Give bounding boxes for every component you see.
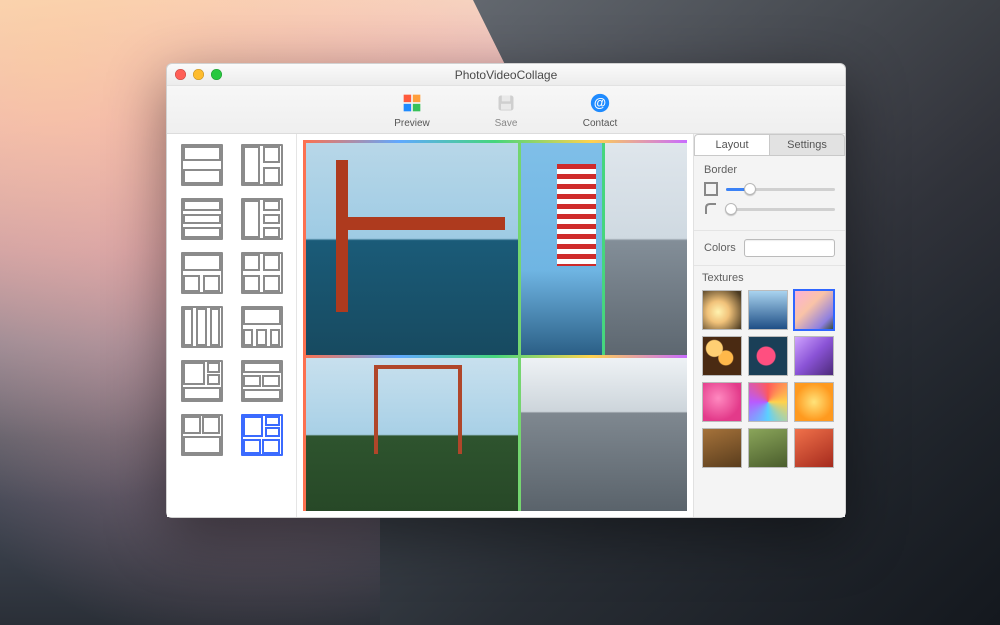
texture-swatch[interactable]	[748, 290, 788, 330]
collage-slot-bottom-left[interactable]	[306, 358, 518, 511]
collage-canvas[interactable]	[297, 134, 693, 517]
texture-swatch[interactable]	[794, 290, 834, 330]
preview-button[interactable]: Preview	[385, 90, 439, 129]
save-button[interactable]: Save	[479, 90, 533, 129]
tab-layout[interactable]: Layout	[694, 134, 770, 156]
titlebar[interactable]: PhotoVideoCollage	[167, 64, 845, 86]
window-controls	[175, 69, 222, 80]
texture-swatch[interactable]	[702, 336, 742, 376]
texture-swatch[interactable]	[794, 428, 834, 468]
layout-template[interactable]	[181, 144, 223, 186]
texture-swatch[interactable]	[794, 336, 834, 376]
section-heading: Colors	[704, 242, 736, 254]
layout-template[interactable]	[181, 306, 223, 348]
tab-settings[interactable]: Settings	[770, 134, 845, 156]
collage-slot-bottom-right[interactable]	[521, 358, 687, 511]
layout-template[interactable]	[241, 306, 283, 348]
corner-radius-slider[interactable]	[726, 208, 835, 211]
toolbar: Preview Save @ Contact	[167, 86, 845, 134]
toolbar-label: Preview	[394, 118, 430, 129]
texture-swatch[interactable]	[748, 382, 788, 422]
texture-swatch[interactable]	[702, 290, 742, 330]
collage-slot[interactable]	[605, 143, 687, 355]
toolbar-label: Save	[495, 118, 518, 129]
contact-icon: @	[587, 90, 613, 116]
corner-radius-icon	[704, 202, 718, 216]
texture-swatch[interactable]	[794, 382, 834, 422]
window-title: PhotoVideoCollage	[455, 68, 558, 82]
section-textures: Textures	[694, 266, 845, 517]
inspector-panel: Layout Settings Border Colors	[693, 134, 845, 517]
toolbar-label: Contact	[583, 118, 617, 129]
texture-swatch[interactable]	[702, 382, 742, 422]
collage-slot[interactable]	[521, 143, 603, 355]
layout-template[interactable]	[241, 144, 283, 186]
layout-template[interactable]	[181, 414, 223, 456]
texture-swatch[interactable]	[748, 336, 788, 376]
svg-text:@: @	[594, 96, 606, 110]
color-well[interactable]	[744, 239, 835, 257]
texture-grid	[702, 290, 837, 468]
close-button[interactable]	[175, 69, 186, 80]
preview-icon	[399, 90, 425, 116]
save-icon	[493, 90, 519, 116]
content-area: Layout Settings Border Colors	[167, 134, 845, 517]
layout-template[interactable]	[181, 198, 223, 240]
section-border: Border	[694, 156, 845, 231]
border-width-icon	[704, 182, 718, 196]
template-grid	[167, 134, 297, 517]
layout-template[interactable]	[181, 252, 223, 294]
texture-swatch[interactable]	[748, 428, 788, 468]
collage-slot-top-right	[521, 143, 687, 355]
border-width-slider[interactable]	[726, 188, 835, 191]
section-heading: Textures	[702, 272, 837, 284]
collage	[303, 140, 687, 511]
layout-template[interactable]	[241, 414, 283, 456]
panel-tabs: Layout Settings	[694, 134, 845, 156]
app-window: PhotoVideoCollage Preview Save @ Contact	[166, 63, 846, 518]
collage-slot-main[interactable]	[306, 143, 518, 355]
layout-template[interactable]	[241, 198, 283, 240]
section-heading: Border	[704, 164, 835, 176]
contact-button[interactable]: @ Contact	[573, 90, 627, 129]
texture-swatch[interactable]	[702, 428, 742, 468]
layout-template[interactable]	[181, 360, 223, 402]
minimize-button[interactable]	[193, 69, 204, 80]
layout-template[interactable]	[241, 360, 283, 402]
layout-template[interactable]	[241, 252, 283, 294]
section-colors: Colors	[694, 231, 845, 266]
zoom-button[interactable]	[211, 69, 222, 80]
